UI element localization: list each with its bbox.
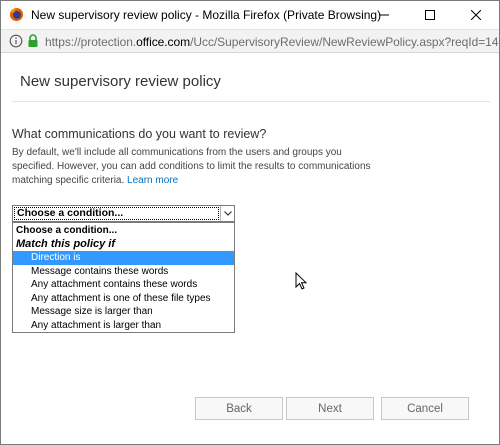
description-body: By default, we'll include all communicat… [12, 147, 371, 186]
firefox-icon [9, 7, 24, 22]
address-bar[interactable]: https://protection.office.com/Ucc/Superv… [1, 29, 500, 53]
chevron-down-icon [223, 211, 232, 216]
lock-icon[interactable] [27, 34, 39, 48]
learn-more-link[interactable]: Learn more [127, 175, 178, 186]
question-heading: What communications do you want to revie… [12, 127, 267, 141]
close-window-button[interactable] [453, 1, 499, 29]
mouse-cursor-icon [295, 272, 307, 290]
info-icon[interactable] [9, 34, 23, 48]
browser-window: New supervisory review policy - Mozilla … [0, 0, 500, 445]
condition-dropdown-list: Choose a condition... Match this policy … [12, 222, 235, 333]
option-direction-is[interactable]: Direction is [13, 251, 234, 265]
maximize-icon [425, 10, 435, 20]
close-icon [471, 10, 481, 20]
minimize-icon [379, 14, 389, 16]
dropdown-arrow-button[interactable] [220, 206, 234, 221]
title-divider [12, 101, 490, 102]
url-text[interactable]: https://protection.office.com/Ucc/Superv… [45, 35, 500, 49]
url-prefix: https://protection. [45, 35, 137, 49]
next-button[interactable]: Next [286, 397, 374, 420]
option-attachment-larger[interactable]: Any attachment is larger than [13, 319, 234, 333]
cancel-button[interactable]: Cancel [381, 397, 469, 420]
option-attachment-file-types[interactable]: Any attachment is one of these file type… [13, 292, 234, 306]
window-title: New supervisory review policy - Mozilla … [31, 8, 382, 22]
url-path: /Ucc/SupervisoryReview/NewReviewPolicy.a… [190, 35, 500, 49]
title-bar: New supervisory review policy - Mozilla … [1, 1, 499, 29]
minimize-button[interactable] [361, 1, 407, 29]
condition-select-value: Choose a condition... [14, 207, 219, 220]
option-attachment-contains-words[interactable]: Any attachment contains these words [13, 278, 234, 292]
description-text: By default, we'll include all communicat… [12, 146, 372, 188]
page-title: New supervisory review policy [20, 73, 221, 90]
page-content: New supervisory review policy What commu… [1, 53, 499, 444]
maximize-button[interactable] [407, 1, 453, 29]
option-choose-condition[interactable]: Choose a condition... [13, 224, 234, 238]
url-domain: office.com [136, 35, 191, 49]
option-message-size-larger[interactable]: Message size is larger than [13, 305, 234, 319]
option-message-contains-words[interactable]: Message contains these words [13, 265, 234, 279]
optgroup-match-policy: Match this policy if [16, 237, 116, 250]
condition-select[interactable]: Choose a condition... [12, 205, 235, 222]
back-button[interactable]: Back [195, 397, 283, 420]
